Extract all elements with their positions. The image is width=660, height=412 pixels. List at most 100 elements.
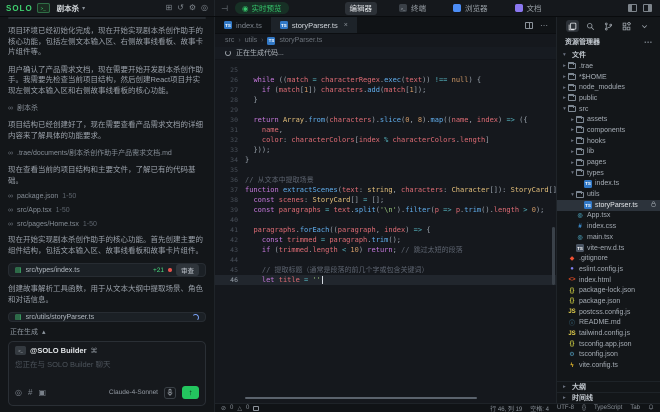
tree-item-app-tsx[interactable]: ◎App.tsx (557, 211, 660, 222)
code-line[interactable]: 44 (215, 255, 556, 265)
tree-item-utils[interactable]: ▾utils (557, 189, 660, 200)
section-timeline[interactable]: ▸ 时间线 (557, 392, 660, 403)
mic-button[interactable] (164, 387, 176, 399)
code-line[interactable]: 36// 从文本中提取场景 (215, 175, 556, 185)
tree-item-storyparser-ts[interactable]: TSstoryParser.ts (557, 200, 660, 211)
code-line[interactable]: 33 })); (215, 145, 556, 155)
tab-docs[interactable]: 文档 (510, 2, 547, 15)
search-icon[interactable] (584, 20, 597, 32)
indent-mode[interactable]: Tab (630, 405, 640, 411)
tree-item-index-ts[interactable]: TSindex.ts (557, 179, 660, 190)
review-button[interactable]: 审查 (176, 264, 199, 276)
settings-icon[interactable]: ⚙ (189, 4, 196, 12)
hash-icon[interactable]: # (28, 389, 32, 397)
live-preview-button[interactable]: ◉ 实时预览 (235, 2, 289, 14)
horizontal-scrollbar[interactable] (245, 397, 477, 399)
breadcrumb-src[interactable]: src (225, 37, 234, 44)
code-line[interactable]: 26 while ((match = characterRegex.exec(t… (215, 75, 556, 85)
file-reference-link[interactable]: ∞剧本杀 (8, 103, 206, 113)
chat-input[interactable] (9, 357, 205, 383)
image-icon[interactable]: ▣ (38, 389, 46, 397)
code-line[interactable]: 25 (215, 65, 556, 75)
project-switcher[interactable]: 剧本杀 ▾ (57, 3, 86, 14)
code-line[interactable]: 39 const paragraphs = text.split('\n').f… (215, 205, 556, 215)
file-reference-link[interactable]: ∞package.json1-50 (8, 193, 206, 200)
tree-item-index-css[interactable]: #index.css (557, 221, 660, 232)
code-line[interactable]: 45 // 提取标题（通常是段落的前几个字或包含关键词） (215, 265, 556, 275)
notifications-bell-icon[interactable] (648, 404, 654, 412)
code-line[interactable]: 42 const trimmed = paragraph.trim(); (215, 235, 556, 245)
files-view-icon[interactable] (566, 20, 579, 32)
breadcrumb-utils[interactable]: utils (245, 37, 257, 44)
code-line[interactable]: 40 (215, 215, 556, 225)
extensions-icon[interactable] (620, 20, 633, 32)
status-problems[interactable]: ⊘ 0 △ 0 (221, 405, 259, 412)
explorer-more-icon[interactable]: ⋯ (644, 38, 652, 47)
tree-item-tsconfig-json[interactable]: ⚙tsconfig.json (557, 350, 660, 361)
tree-item-package-json[interactable]: {}package.json (557, 296, 660, 307)
tree-item--gitignore[interactable]: ◆.gitignore (557, 253, 660, 264)
vertical-scrollbar[interactable] (552, 227, 555, 285)
tree-item-types[interactable]: ▾types (557, 168, 660, 179)
file-encoding[interactable]: UTF-8 (557, 405, 574, 411)
code-line[interactable]: 46 let title = '' (215, 275, 556, 285)
code-line[interactable]: 27 if (match[1]) characters.add(match[1]… (215, 85, 556, 95)
section-outline[interactable]: ▸ 大纲 (557, 381, 660, 392)
code-area[interactable]: 2526 while ((match = characterRegex.exec… (215, 60, 556, 285)
tree-item-vite-config-ts[interactable]: ϟvite.config.ts (557, 360, 660, 371)
code-line[interactable]: 28 } (215, 95, 556, 105)
edited-file-card[interactable]: ▤src/types/index.ts+21审查 (8, 263, 206, 277)
tree-item-tailwind-config-js[interactable]: JStailwind.config.js (557, 328, 660, 339)
file-reference-link[interactable]: ∞src/pages/Home.tsx1-50 (8, 221, 206, 228)
tree-item-node-modules[interactable]: ▸node_modules (557, 82, 660, 93)
editor-tab-index-ts[interactable]: TS index.ts (215, 17, 271, 33)
tree-item-components[interactable]: ▸components (557, 125, 660, 136)
more-actions-icon[interactable]: ⋯ (540, 21, 548, 30)
code-line[interactable]: 41 paragraphs.forEach((paragraph, index)… (215, 225, 556, 235)
indent-spaces[interactable]: 空格: 4 (530, 404, 549, 412)
code-line[interactable]: 35 (215, 165, 556, 175)
code-line[interactable]: 32 color: characterColors[index % charac… (215, 135, 556, 145)
cursor-position[interactable]: 行 46, 列 19 (490, 404, 522, 412)
section-files[interactable]: ▾ 文件 (557, 49, 660, 60)
generating-toggle[interactable]: 正在生成 ▴ (10, 327, 206, 337)
code-line[interactable]: 37function extractScenes(text: string, c… (215, 185, 556, 195)
tree-item-vite-env-d-ts[interactable]: TSvite-env.d.ts (557, 243, 660, 254)
collapse-panel-icon[interactable]: ⊣ (221, 4, 228, 13)
tree-item-public[interactable]: ▸public (557, 93, 660, 104)
split-editor-icon[interactable] (525, 22, 533, 29)
braces-indicator[interactable]: {} (582, 405, 586, 411)
breadcrumb-file[interactable]: storyParser.ts (279, 37, 322, 44)
file-reference-link[interactable]: ∞src/App.tsx1-50 (8, 207, 206, 214)
git-branch-icon[interactable] (602, 20, 615, 32)
tree-item-index-html[interactable]: <>index.html (557, 275, 660, 286)
language-mode[interactable]: TypeScript (594, 405, 622, 411)
toggle-right-panel-icon[interactable] (643, 4, 652, 12)
editor-tab-storyparser-ts[interactable]: TS storyParser.ts × (271, 17, 357, 33)
tree-item-main-tsx[interactable]: ◎main.tsx (557, 232, 660, 243)
toggle-left-panel-icon[interactable] (628, 4, 637, 12)
agent-name[interactable]: @SOLO Builder (30, 346, 86, 355)
account-icon[interactable]: ◎ (201, 4, 208, 12)
model-selector[interactable]: Claude-4-Sonnet (109, 389, 158, 396)
tree-item-hooks[interactable]: ▸hooks (557, 136, 660, 147)
tree-item-eslint-config-js[interactable]: ●eslint.config.js (557, 264, 660, 275)
code-line[interactable]: 29 (215, 105, 556, 115)
ports-icon[interactable] (253, 406, 259, 411)
new-chat-icon[interactable]: ⊞ (165, 4, 172, 12)
mention-icon[interactable]: ◎ (15, 389, 22, 397)
code-line[interactable]: 31 name, (215, 125, 556, 135)
edited-file-card[interactable]: ▤src/utils/storyParser.ts (8, 312, 206, 322)
tree-item-assets[interactable]: ▸assets (557, 114, 660, 125)
code-line[interactable]: 34} (215, 155, 556, 165)
code-line[interactable]: 43 if (trimmed.length < 10) return; // 跳… (215, 245, 556, 255)
tab-browser[interactable]: 浏览器 (448, 2, 493, 15)
tree-item-lib[interactable]: ▸lib (557, 147, 660, 158)
tab-editor[interactable]: 编辑器 (345, 2, 378, 15)
tree-item-pages[interactable]: ▸pages (557, 157, 660, 168)
tree-item-readme-md[interactable]: ⓘREADME.md (557, 318, 660, 329)
history-icon[interactable]: ↺ (177, 4, 184, 12)
tree-item--home[interactable]: ▸*$HOME (557, 72, 660, 83)
file-reference-link[interactable]: ∞.trae/documents/剧本杀创作助手产品需求文档.md (8, 148, 206, 158)
send-button[interactable]: ↑ (182, 386, 199, 399)
